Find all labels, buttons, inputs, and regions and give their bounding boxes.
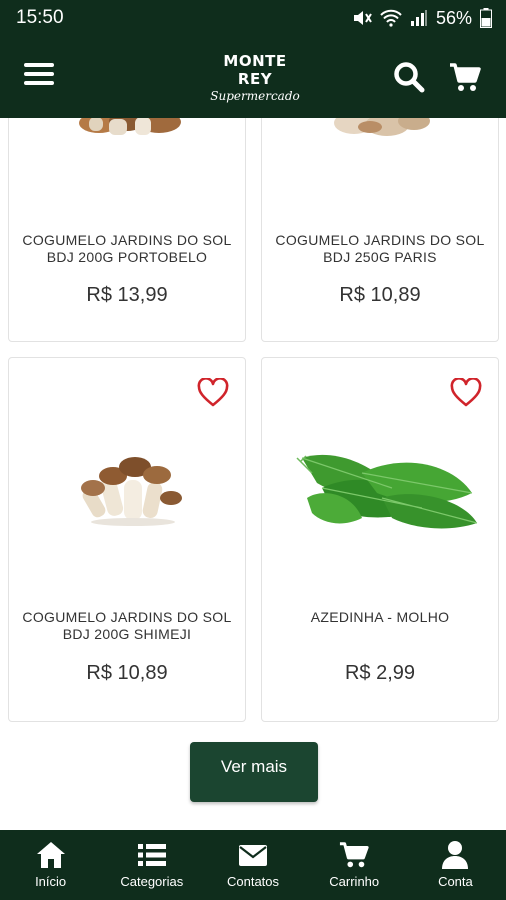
- product-price: R$ 13,99: [86, 284, 168, 306]
- app-header: MONTE REY Supermercado: [0, 36, 506, 118]
- menu-button[interactable]: [24, 63, 60, 91]
- product-price: R$ 10,89: [339, 284, 421, 306]
- search-button[interactable]: [392, 60, 426, 94]
- favorite-button[interactable]: [450, 377, 482, 408]
- shimeji-mushroom-image: [81, 457, 182, 526]
- heart-icon: [450, 377, 482, 407]
- hamburger-icon: [24, 63, 60, 85]
- product-image: [9, 418, 245, 568]
- list-icon: [137, 844, 166, 866]
- cart-icon: [450, 63, 481, 91]
- cart-icon: [340, 842, 369, 868]
- status-time: 15:50: [16, 7, 64, 28]
- brand-logo[interactable]: MONTE REY Supermercado: [205, 52, 305, 104]
- product-card[interactable]: COGUMELO JARDINS DO SOL BDJ 200G SHIMEJI…: [8, 357, 246, 722]
- product-card[interactable]: COGUMELO JARDINS DO SOL BDJ 250G PARIS R…: [261, 118, 499, 342]
- favorite-button[interactable]: [197, 377, 229, 408]
- signal-icon: [410, 10, 427, 26]
- nav-item-contatos[interactable]: Contatos: [202, 830, 303, 900]
- battery-icon: [480, 8, 492, 28]
- nav-label: Conta: [438, 874, 473, 889]
- product-card[interactable]: COGUMELO JARDINS DO SOL BDJ 200G PORTOBE…: [8, 118, 246, 342]
- sorrel-leaves-image: [296, 454, 478, 529]
- product-image: [262, 118, 498, 219]
- nav-label: Categorias: [120, 874, 184, 889]
- nav-item-carrinho[interactable]: Carrinho: [304, 830, 405, 900]
- mute-icon: [353, 11, 372, 25]
- product-list: COGUMELO JARDINS DO SOL BDJ 200G PORTOBE…: [0, 118, 506, 830]
- logo-name: MONTE REY: [223, 52, 287, 88]
- product-name: COGUMELO JARDINS DO SOL BDJ 250G PARIS: [275, 232, 485, 265]
- bottom-nav: Início Categorias Contatos Carrinho Cont…: [0, 830, 506, 900]
- product-name: COGUMELO JARDINS DO SOL BDJ 200G PORTOBE…: [22, 232, 232, 265]
- logo-subtitle: Supermercado: [210, 89, 300, 103]
- header-cart-button[interactable]: [448, 60, 482, 94]
- mushroom-image: [79, 118, 181, 135]
- nav-item-inicio[interactable]: Início: [0, 830, 101, 900]
- status-icons: 56%: [352, 8, 492, 29]
- heart-icon: [197, 377, 229, 407]
- product-price: R$ 2,99: [344, 662, 416, 684]
- mushroom-image: [334, 118, 430, 136]
- nav-item-conta[interactable]: Conta: [405, 830, 506, 900]
- home-icon: [36, 842, 65, 868]
- battery-percent: 56%: [435, 7, 472, 28]
- product-name: COGUMELO JARDINS DO SOL BDJ 200G SHIMEJI: [22, 609, 232, 642]
- product-image: [9, 118, 245, 219]
- product-image: [262, 418, 498, 568]
- nav-label: Início: [35, 874, 67, 889]
- wifi-icon: [380, 9, 402, 27]
- envelope-icon: [239, 845, 267, 866]
- product-name: AZEDINHA - MOLHO: [310, 609, 450, 625]
- nav-item-categorias[interactable]: Categorias: [101, 830, 202, 900]
- ver-mais-button[interactable]: Ver mais: [190, 742, 318, 802]
- product-price: R$ 10,89: [86, 662, 168, 684]
- product-card[interactable]: AZEDINHA - MOLHO R$ 2,99: [261, 357, 499, 722]
- search-icon: [394, 62, 425, 93]
- status-bar: 15:50 56%: [0, 0, 506, 36]
- nav-label: Carrinho: [329, 874, 380, 889]
- user-icon: [442, 841, 469, 869]
- nav-label: Contatos: [226, 874, 280, 889]
